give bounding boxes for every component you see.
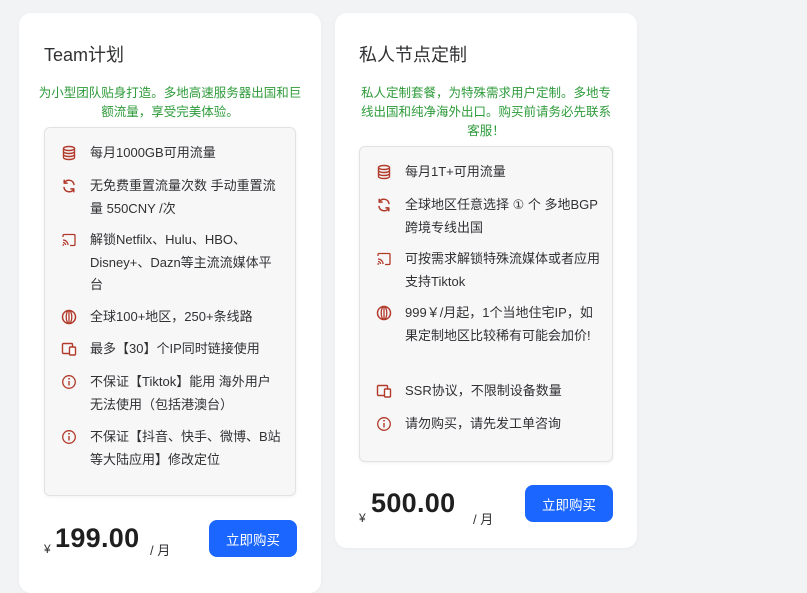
info-icon xyxy=(376,416,392,432)
buy-now-button[interactable]: 立即购买 xyxy=(209,520,297,557)
feature-text: 无免费重置流量次数 手动重置流量 550CNY /次 xyxy=(90,178,276,216)
cast-icon xyxy=(376,251,392,267)
buy-now-button[interactable]: 立即购买 xyxy=(525,485,613,522)
globe-icon xyxy=(61,309,77,325)
feature-item: 请勿购买，请先发工单咨询 xyxy=(376,413,600,436)
cast-icon xyxy=(61,232,77,248)
feature-text: 不保证【Tiktok】能用 海外用户无法使用（包括港澳台） xyxy=(90,374,271,412)
feature-item: 全球100+地区，250+条线路 xyxy=(61,306,283,329)
feature-text: 999￥/月起，1个当地住宅IP，如果定制地区比较稀有可能会加价! xyxy=(405,305,593,343)
feature-text: 全球地区任意选择 ① 个 多地BGP跨境专线出国 xyxy=(405,197,598,235)
currency-symbol: ¥ xyxy=(44,542,51,556)
feature-text: SSR协议，不限制设备数量 xyxy=(405,383,562,398)
feature-item: 解锁Netfilx、Hulu、HBO、Disney+、Dazn等主流流媒体平台 xyxy=(61,229,283,297)
feature-text: 最多【30】个IP同时链接使用 xyxy=(90,341,260,356)
feature-item: 全球地区任意选择 ① 个 多地BGP跨境专线出国 xyxy=(376,194,600,239)
plan-card-private: 私人节点定制 私人定制套餐，为特殊需求用户定制。多地专线出国和纯净海外出口。购买… xyxy=(335,13,637,548)
currency-symbol: ¥ xyxy=(359,511,366,525)
feature-text: 全球100+地区，250+条线路 xyxy=(90,309,253,324)
database-icon xyxy=(376,164,392,180)
feature-text: 请勿购买，请先发工单咨询 xyxy=(405,416,562,431)
plan-description: 为小型团队贴身打造。多地高速服务器出国和巨额流量，享受完美体验。 xyxy=(38,86,302,119)
feature-text: 不保证【抖音、快手、微博、B站等大陆应用】修改定位 xyxy=(90,429,281,467)
database-icon xyxy=(61,145,77,161)
feature-item: 不保证【抖音、快手、微博、B站等大陆应用】修改定位 xyxy=(61,426,283,471)
plan-description: 私人定制套餐，为特殊需求用户定制。多地专线出国和纯净海外出口。购买前请务必先联系… xyxy=(360,86,611,138)
feature-text: 每月1000GB可用流量 xyxy=(90,145,216,160)
feature-text: 可按需求解锁特殊流媒体或者应用 支持Tiktok xyxy=(405,251,601,289)
refresh-icon xyxy=(376,197,392,213)
price-unit: / 月 xyxy=(473,512,494,527)
feature-text: 每月1T+可用流量 xyxy=(405,164,506,179)
feature-item: 不保证【Tiktok】能用 海外用户无法使用（包括港澳台） xyxy=(61,371,283,416)
feature-list: 每月1000GB可用流量 无免费重置流量次数 手动重置流量 550CNY /次 … xyxy=(44,127,296,496)
plan-card-team: Team计划 为小型团队贴身打造。多地高速服务器出国和巨额流量，享受完美体验。 … xyxy=(19,13,321,593)
feature-item: 每月1000GB可用流量 xyxy=(61,142,283,165)
feature-item: SSR协议，不限制设备数量 xyxy=(376,380,600,403)
refresh-icon xyxy=(61,178,77,194)
price-amount: 199.00 xyxy=(55,523,140,553)
feature-item: 每月1T+可用流量 xyxy=(376,161,600,184)
plan-title: 私人节点定制 xyxy=(359,45,467,65)
feature-item: 无免费重置流量次数 手动重置流量 550CNY /次 xyxy=(61,175,283,220)
info-icon xyxy=(61,429,77,445)
feature-list: 每月1T+可用流量 全球地区任意选择 ① 个 多地BGP跨境专线出国 可按需求解… xyxy=(359,146,613,462)
plan-title: Team计划 xyxy=(44,45,125,65)
price-amount: 500.00 xyxy=(371,488,456,518)
price-unit: / 月 xyxy=(150,543,171,558)
info-icon xyxy=(61,374,77,390)
feature-item: 999￥/月起，1个当地住宅IP，如果定制地区比较稀有可能会加价! xyxy=(376,302,600,347)
devices-icon xyxy=(61,341,77,357)
devices-icon xyxy=(376,383,392,399)
feature-text: 解锁Netfilx、Hulu、HBO、Disney+、Dazn等主流流媒体平台 xyxy=(90,232,272,292)
feature-item: 最多【30】个IP同时链接使用 xyxy=(61,338,283,361)
feature-item: 可按需求解锁特殊流媒体或者应用 支持Tiktok xyxy=(376,248,600,293)
globe-icon xyxy=(376,305,392,321)
